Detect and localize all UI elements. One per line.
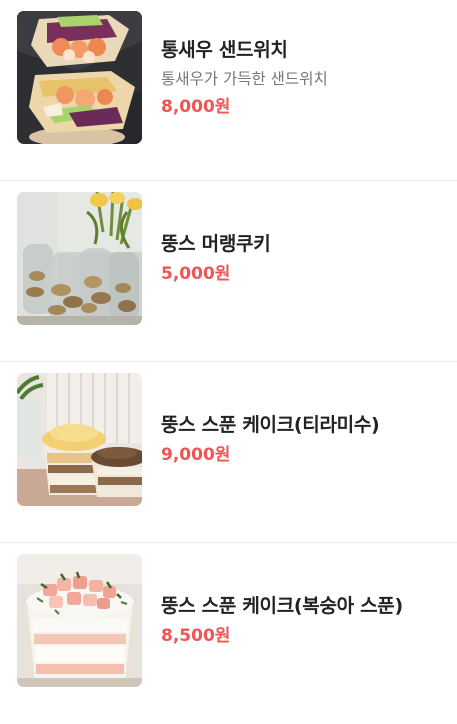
menu-list: 통새우 샌드위치 통새우가 가득한 샌드위치 8,000원 뚱스 머랭쿠키 5,…: [0, 0, 457, 724]
menu-item-name: 뚱스 스푼 케이크(복숭아 스푼): [161, 595, 403, 617]
menu-item-info: 뚱스 스푼 케이크(복숭아 스푼) 8,500원: [161, 543, 451, 698]
menu-item-name: 통새우 샌드위치: [161, 38, 288, 61]
menu-item-price: 5,000원: [161, 264, 231, 284]
menu-item-price: 9,000원: [161, 445, 231, 465]
menu-item-meringue-cookie[interactable]: 뚱스 머랭쿠키 5,000원: [0, 181, 457, 362]
menu-item-price: 8,000원: [161, 96, 231, 117]
tiramisu-cake-photo: [17, 373, 142, 506]
menu-item-info: 뚱스 스푼 케이크(티라미수) 9,000원: [161, 362, 451, 517]
menu-item-shrimp-sandwich[interactable]: 통새우 샌드위치 통새우가 가득한 샌드위치 8,000원: [0, 0, 457, 181]
menu-item-peach-cake[interactable]: 뚱스 스푼 케이크(복숭아 스푼) 8,500원: [0, 543, 457, 724]
menu-item-tiramisu-cake[interactable]: 뚱스 스푼 케이크(티라미수) 9,000원: [0, 362, 457, 543]
sandwich-photo: [17, 11, 142, 144]
menu-item-info: 뚱스 머랭쿠키 5,000원: [161, 181, 451, 336]
menu-item-name: 뚱스 스푼 케이크(티라미수): [161, 414, 380, 436]
menu-item-description: 통새우가 가득한 샌드위치: [161, 69, 328, 88]
menu-item-info: 통새우 샌드위치 통새우가 가득한 샌드위치 8,000원: [161, 0, 451, 155]
menu-item-name: 뚱스 머랭쿠키: [161, 233, 271, 255]
peach-cake-photo: [17, 554, 142, 687]
meringue-cookie-photo: [17, 192, 142, 325]
menu-item-price: 8,500원: [161, 626, 231, 646]
